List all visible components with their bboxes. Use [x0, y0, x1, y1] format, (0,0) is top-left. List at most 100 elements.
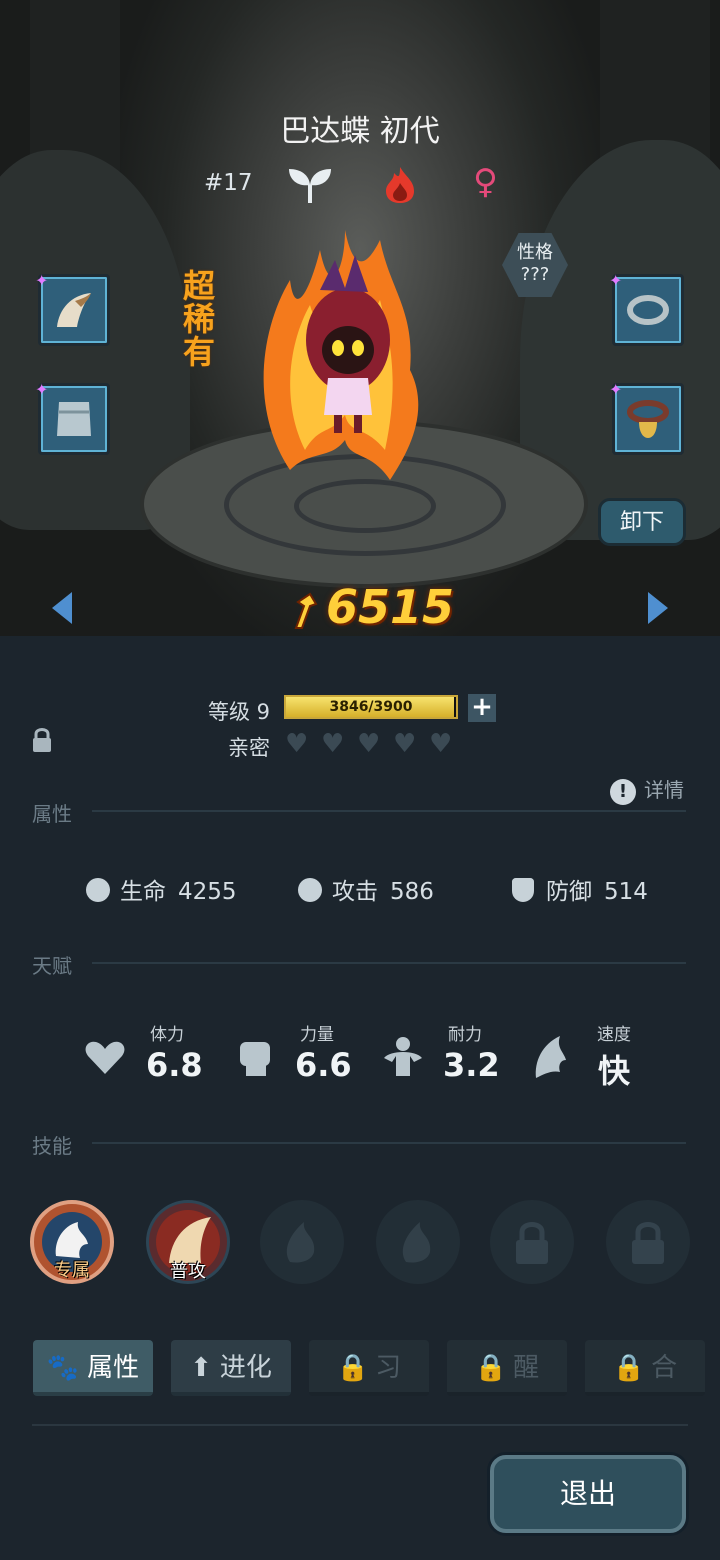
tusk-icon	[57, 293, 91, 327]
section-attributes: 属性	[32, 802, 72, 826]
stat-value: 586	[390, 879, 434, 905]
intimacy-heart-icon: ♥	[393, 729, 417, 759]
tab-divider	[32, 1424, 688, 1426]
sprout-icon	[289, 169, 331, 203]
stat-value: 4255	[178, 879, 237, 905]
gem-icon: ✦	[609, 271, 623, 290]
talent-value: 6.8	[146, 1046, 203, 1084]
skill-slot-locked[interactable]	[606, 1200, 690, 1284]
equip-slot-tusk[interactable]: ✦	[35, 271, 110, 346]
skill-slot-empty[interactable]	[260, 1200, 344, 1284]
tab-label: 属性	[87, 1353, 140, 1383]
equip-slot-ring[interactable]: ✦	[609, 271, 684, 346]
sword-icon	[298, 878, 322, 902]
section-skills: 技能	[32, 1134, 72, 1158]
level-up-button[interactable]: +	[468, 694, 496, 722]
lock-icon: 🔒	[336, 1353, 370, 1383]
stat-defense: 防御 514	[512, 872, 648, 906]
stat-label: 攻击	[332, 879, 378, 905]
flame-slot-icon	[286, 1222, 315, 1263]
lock-icon	[632, 1222, 664, 1264]
tab-evolve[interactable]: ⬆ 进化	[171, 1340, 291, 1396]
ring-icon	[627, 295, 669, 325]
lock-icon	[516, 1222, 548, 1264]
tab-label: 习	[375, 1353, 402, 1383]
wing-icon	[535, 1036, 566, 1078]
gem-icon: ✦	[609, 380, 623, 399]
section-divider	[92, 962, 686, 964]
combat-power: 6515	[326, 580, 455, 634]
skill-label: 普攻	[170, 1261, 206, 1282]
skill-exclusive[interactable]: 专属	[30, 1200, 114, 1284]
tab-awaken-locked[interactable]: 🔒 醒	[447, 1340, 567, 1396]
gem-icon: ✦	[35, 271, 49, 290]
stat-label: 生命	[120, 879, 166, 905]
tab-label: 进化	[219, 1353, 272, 1383]
tab-learn-locked[interactable]: 🔒 习	[309, 1340, 429, 1396]
talent-value: 3.2	[443, 1046, 500, 1084]
character-id: #17	[204, 170, 253, 196]
fire-icon	[386, 167, 414, 203]
cloth-wrap-icon	[57, 402, 91, 436]
talent-label: 耐力	[448, 1025, 482, 1045]
stat-attack: 攻击 586	[298, 872, 434, 906]
talent-label: 体力	[150, 1025, 184, 1045]
stat-label: 防御	[546, 879, 592, 905]
section-divider	[92, 1142, 686, 1144]
intimacy-heart-icon: ♥	[285, 729, 309, 759]
intimacy-heart-icon: ♥	[357, 729, 381, 759]
section-divider	[92, 810, 686, 812]
intimacy-heart-icon: ♥	[321, 729, 345, 759]
flame-slot-icon	[402, 1222, 431, 1263]
lock-icon: 🔒	[474, 1353, 508, 1383]
stat-value: 514	[604, 879, 648, 905]
intimacy-label: 亲密	[228, 736, 270, 760]
equip-slot-collar[interactable]: ✦	[609, 380, 684, 455]
muscle-icon	[384, 1037, 422, 1076]
character-name: 巴达蝶 初代	[280, 114, 440, 149]
heart-icon	[85, 1041, 125, 1074]
shield-icon	[512, 878, 534, 902]
intimacy-hearts: ♥ ♥ ♥ ♥ ♥	[285, 729, 465, 759]
talent-label: 力量	[300, 1025, 334, 1045]
level-label: 等级 9	[208, 700, 271, 724]
lock-icon[interactable]	[32, 726, 52, 754]
tab-attributes[interactable]: 🐾 属性	[33, 1340, 153, 1396]
exit-button[interactable]: 退出	[490, 1455, 686, 1533]
fist-icon	[240, 1042, 270, 1076]
tab-label: 醒	[513, 1353, 540, 1383]
skill-slot-locked[interactable]	[490, 1200, 574, 1284]
talent-label: 速度	[597, 1025, 631, 1045]
talent-value: 快	[598, 1052, 631, 1090]
previous-arrow-icon[interactable]	[52, 592, 72, 624]
power-icon	[294, 592, 318, 629]
xp-bar: 3846/3900	[284, 695, 458, 719]
rarity-label: 超稀有	[183, 267, 216, 371]
skill-slot-empty[interactable]	[376, 1200, 460, 1284]
xp-text: 3846/3900	[329, 699, 413, 715]
detail-label: 详情	[644, 778, 684, 802]
lock-icon: 🔒	[612, 1353, 646, 1383]
paw-icon: 🐾	[46, 1353, 80, 1383]
stat-hp: 生命 4255	[86, 872, 237, 906]
next-arrow-icon[interactable]	[648, 592, 668, 624]
personality-value: ???	[520, 264, 550, 285]
info-icon: !	[610, 779, 636, 805]
tab-fuse-locked[interactable]: 🔒 合	[585, 1340, 705, 1396]
bell-collar-icon	[627, 400, 669, 438]
detail-button[interactable]: ! 详情	[610, 774, 684, 805]
up-arrow-icon: ⬆	[190, 1353, 212, 1383]
tab-label: 合	[651, 1353, 678, 1383]
heart-shield-icon	[86, 878, 110, 902]
section-talents: 天赋	[32, 954, 72, 978]
character-sprite[interactable]	[250, 210, 440, 490]
equip-slot-cloth[interactable]: ✦	[35, 380, 110, 455]
gem-icon: ✦	[35, 380, 49, 399]
skill-basic-attack[interactable]: 普攻	[146, 1200, 230, 1284]
unequip-button[interactable]: 卸下	[598, 498, 686, 546]
character-scene: 巴达蝶 初代 #17 ♀ 超稀有 ✦ ✦ ✦ ✦ 性格 ??? 卸下 6515	[0, 0, 720, 636]
female-icon: ♀	[473, 162, 498, 202]
intimacy-heart-icon: ♥	[429, 729, 453, 759]
talent-value: 6.6	[295, 1046, 352, 1084]
skill-label: 专属	[54, 1260, 90, 1281]
